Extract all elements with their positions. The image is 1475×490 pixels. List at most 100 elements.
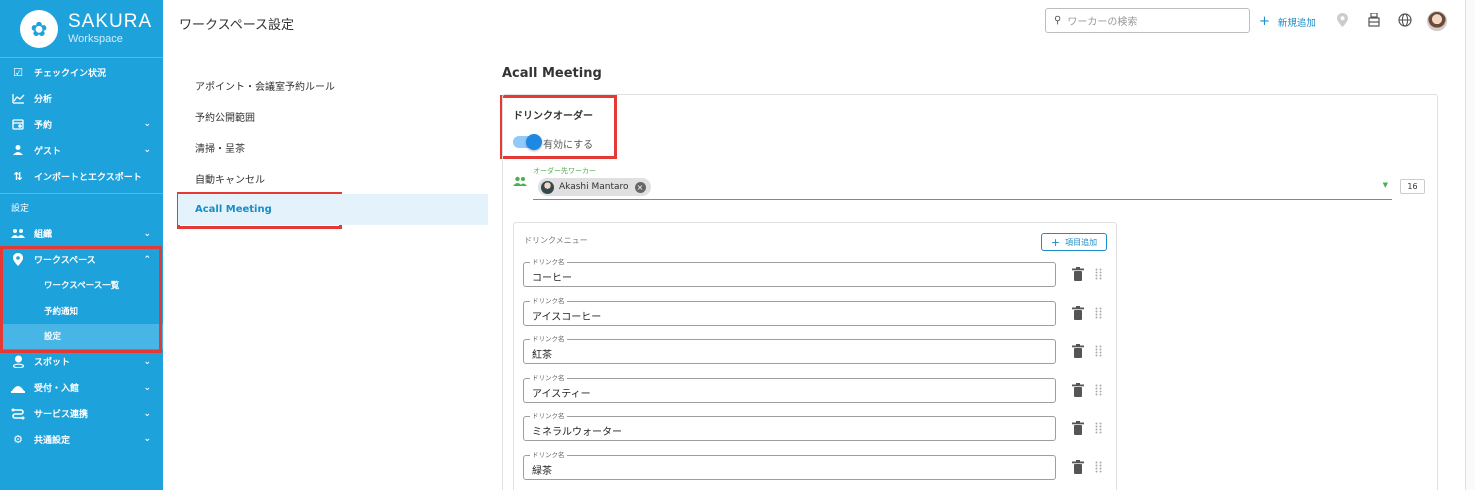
sidebar-subitem-workspace-list[interactable]: ワークスペース一覧 xyxy=(0,273,163,299)
dropdown-arrow-icon[interactable]: ▼ xyxy=(1383,181,1388,189)
sidebar-item-spot[interactable]: スポット ⌄ xyxy=(0,349,163,375)
chart-icon xyxy=(11,92,25,106)
sidebar-item-reception[interactable]: 受付・入館 ⌄ xyxy=(0,375,163,401)
drag-handle-icon[interactable] xyxy=(1095,422,1103,434)
top-bar: ワークスペース設定 ⚲ ワーカーの検索 + 新規追加 xyxy=(163,0,1475,42)
building-icon[interactable] xyxy=(1366,12,1382,28)
worker-chip[interactable]: Akashi Mantaro × xyxy=(538,178,651,196)
toggle-label: 有効にする xyxy=(543,140,594,151)
calendar-icon xyxy=(11,117,25,131)
user-avatar[interactable] xyxy=(1427,11,1447,31)
sidebar-item-label: サービス連携 xyxy=(34,410,89,421)
drink-field-label: ドリンク名 xyxy=(530,412,567,421)
trash-icon[interactable] xyxy=(1072,421,1084,435)
brand-subtitle: Workspace xyxy=(68,33,123,45)
drag-handle-icon[interactable] xyxy=(1095,384,1103,396)
drag-handle-icon[interactable] xyxy=(1095,345,1103,357)
drink-field-label: ドリンク名 xyxy=(530,296,567,306)
drink-row: ドリンク名 アイスティー xyxy=(523,373,1108,403)
drag-handle-icon[interactable] xyxy=(1095,307,1103,319)
settings-icon: ⚙ xyxy=(13,432,23,446)
globe-icon[interactable] xyxy=(1397,12,1413,28)
sidebar-settings-nav: 組織 ⌄ ワークスペース ⌃ ワークスペース一覧 予約通知 設定 スポット ⌄ … xyxy=(0,221,163,452)
drink-name-field[interactable]: ドリンク名 紅茶 xyxy=(523,335,1056,364)
sidebar-item-import-export[interactable]: ⇅ インポートとエクスポート xyxy=(0,163,163,189)
drink-row: ドリンク名 緑茶 xyxy=(523,450,1108,480)
drag-handle-icon[interactable] xyxy=(1095,461,1103,473)
import-export-icon: ⇅ xyxy=(13,169,23,183)
section-title: Acall Meeting xyxy=(502,66,602,81)
integration-icon xyxy=(11,407,25,421)
sidebar-item-label: ワークスペース xyxy=(34,256,96,267)
sidebar-item-guests[interactable]: ゲスト ⌄ xyxy=(0,137,163,163)
drink-name-value: 紅茶 xyxy=(532,350,552,361)
add-item-button[interactable]: + 項目追加 xyxy=(1041,233,1107,251)
trash-icon[interactable] xyxy=(1072,344,1084,358)
add-item-label: 項目追加 xyxy=(1065,237,1098,247)
location-pin-icon xyxy=(11,253,25,267)
plus-icon: + xyxy=(1050,235,1061,249)
trash-icon[interactable] xyxy=(1072,382,1084,397)
order-worker-label: オーダー先ワーカー xyxy=(533,167,596,175)
sidebar: ✿ SAKURA Workspace ☑ チェックイン状況 分析 予約 ⌄ ゲス… xyxy=(0,0,163,490)
trash-icon[interactable] xyxy=(1072,459,1084,474)
chevron-down-icon: ⌄ xyxy=(143,356,151,367)
drink-row: ドリンク名 コーヒー xyxy=(523,258,1108,287)
sidebar-item-workspace[interactable]: ワークスペース ⌃ xyxy=(0,247,163,273)
drink-name-field[interactable]: ドリンク名 緑茶 xyxy=(523,450,1056,480)
sidebar-nav: ☑ チェックイン状況 分析 予約 ⌄ ゲスト ⌄ ⇅ インポートとエクスポート xyxy=(0,58,163,189)
sidebar-item-label: ゲスト xyxy=(34,146,62,157)
drink-order-toggle[interactable] xyxy=(513,134,542,150)
sidebar-item-label: 共通設定 xyxy=(34,435,71,446)
drink-row: ドリンク名アイスコーヒー xyxy=(523,296,1108,326)
sidebar-item-label: インポートとエクスポート xyxy=(34,172,142,183)
drink-name-field[interactable]: ドリンク名 コーヒー xyxy=(523,258,1056,287)
toggle-knob xyxy=(526,134,542,150)
drink-name-field[interactable]: ドリンク名アイスコーヒー xyxy=(523,296,1056,326)
worker-count-field[interactable]: 16 xyxy=(1400,179,1425,194)
chip-remove-icon[interactable]: × xyxy=(634,181,646,193)
drink-name-value: アイスティー xyxy=(532,388,591,400)
sidebar-item-organization[interactable]: 組織 ⌄ xyxy=(0,221,163,247)
spot-icon xyxy=(11,355,25,369)
plus-icon: + xyxy=(1259,14,1270,29)
sidebar-item-integration[interactable]: サービス連携 ⌄ xyxy=(0,401,163,427)
scrollbar[interactable] xyxy=(1465,0,1475,490)
add-new-button[interactable]: + 新規追加 xyxy=(1259,14,1316,29)
drink-row: ドリンク名 ミネラルウォーター xyxy=(523,412,1108,441)
drink-name-value: アイスコーヒー xyxy=(532,311,602,323)
page-title: ワークスペース設定 xyxy=(179,18,295,33)
chevron-down-icon: ⌄ xyxy=(143,145,151,156)
sidebar-item-checkin[interactable]: ☑ チェックイン状況 xyxy=(0,60,163,86)
worker-search-input[interactable]: ⚲ ワーカーの検索 xyxy=(1045,8,1250,33)
menu-item-cleaning-tea[interactable]: 清掃・呈茶 xyxy=(178,132,488,163)
sidebar-item-label: 受付・入館 xyxy=(34,384,80,395)
chevron-down-icon: ⌄ xyxy=(143,434,151,445)
location-icon[interactable] xyxy=(1334,12,1350,28)
sidebar-item-label: チェックイン状況 xyxy=(34,69,107,80)
trash-icon[interactable] xyxy=(1072,267,1084,281)
sidebar-item-label: 分析 xyxy=(34,95,53,106)
sidebar-item-common-settings[interactable]: ⚙ 共通設定 ⌄ xyxy=(0,426,163,452)
sidebar-subitem-settings[interactable]: 設定 xyxy=(0,323,163,350)
trash-icon[interactable] xyxy=(1072,305,1084,320)
drink-field-label: ドリンク名 xyxy=(530,450,567,460)
order-worker-select[interactable]: Akashi Mantaro × ▼ xyxy=(533,176,1392,200)
drag-handle-icon[interactable] xyxy=(1095,268,1103,280)
sidebar-item-label: 組織 xyxy=(34,230,53,241)
brand-logo[interactable]: ✿ SAKURA Workspace xyxy=(0,0,163,58)
sidebar-subitem-reservation-notice[interactable]: 予約通知 xyxy=(0,298,163,324)
menu-item-auto-cancel[interactable]: 自動キャンセル xyxy=(178,163,488,194)
menu-item-appointment-rules[interactable]: アポイント・会議室予約ルール xyxy=(178,70,488,101)
sakura-flower-icon: ✿ xyxy=(20,9,58,48)
sidebar-item-analytics[interactable]: 分析 xyxy=(0,86,163,112)
drink-field-label: ドリンク名 xyxy=(530,335,567,344)
menu-item-publish-scope[interactable]: 予約公開範囲 xyxy=(178,101,488,132)
chevron-down-icon: ⌄ xyxy=(143,408,151,419)
drink-field-label: ドリンク名 xyxy=(530,258,567,267)
menu-item-acall-meeting[interactable]: Acall Meeting xyxy=(178,194,488,225)
drink-name-field[interactable]: ドリンク名 アイスティー xyxy=(523,373,1056,403)
sidebar-item-reservations[interactable]: 予約 ⌄ xyxy=(0,112,163,138)
drink-name-field[interactable]: ドリンク名 ミネラルウォーター xyxy=(523,412,1056,441)
add-new-label: 新規追加 xyxy=(1277,17,1316,29)
